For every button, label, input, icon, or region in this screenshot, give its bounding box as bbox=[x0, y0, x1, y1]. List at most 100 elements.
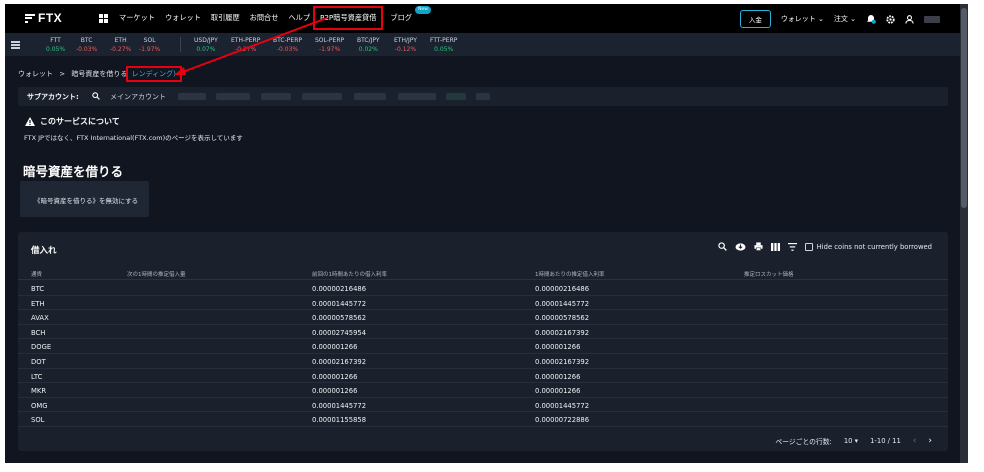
col-header[interactable]: 次の1時間の推定借入量 bbox=[127, 270, 186, 278]
breadcrumb-wallet[interactable]: ウォレット bbox=[18, 70, 53, 78]
breadcrumb: ウォレット > 暗号資産を借りる レンディング) bbox=[18, 66, 182, 82]
table-cell: 0.00002167392 bbox=[535, 328, 590, 337]
rows-per-page-select[interactable]: 10 ▾ bbox=[844, 437, 858, 445]
table-cell: 0.00000216486 bbox=[535, 285, 590, 293]
table-cell: 0.00000578562 bbox=[312, 314, 367, 323]
ticker-item[interactable]: ETH -0.27% bbox=[110, 36, 131, 54]
page-title: 暗号資産を借りる bbox=[23, 164, 124, 179]
bell-icon[interactable] bbox=[866, 14, 876, 24]
table-toolbar: Hide coins not currently borrowed bbox=[717, 242, 932, 251]
table-cell: 0.00001155858 bbox=[312, 416, 367, 425]
print-icon[interactable] bbox=[754, 242, 763, 251]
table-cell: 0.00000216486 bbox=[312, 285, 367, 293]
rows-per-page-label: ページごとの行数: bbox=[775, 438, 832, 446]
table-cell: 0.00001445772 bbox=[535, 299, 590, 308]
table-cell: BTC bbox=[31, 285, 45, 293]
hamburger-menu-icon[interactable] bbox=[11, 41, 20, 49]
hide-coins-label: Hide coins not currently borrowed bbox=[816, 242, 932, 251]
subaccount-redacted[interactable] bbox=[354, 93, 386, 100]
table-cell: OMG bbox=[31, 401, 48, 410]
ftx-logo-icon bbox=[25, 13, 35, 23]
ticker-item[interactable]: FTT-PERP 0.05% bbox=[430, 36, 457, 54]
col-header[interactable]: 通貨 bbox=[31, 270, 42, 278]
columns-icon[interactable] bbox=[770, 242, 780, 251]
ticker-bar: FTT 0.05% BTC -0.03% ETH -0.27% SOL -1.97% U… bbox=[5, 33, 960, 56]
borrow-table-panel: 借入れ Hide coins not currently borrowed 通貨… bbox=[18, 232, 948, 451]
table-row[interactable]: OMG 0.00001445772 0.00001445772 bbox=[18, 398, 948, 413]
table-cell: 0.00000722886 bbox=[535, 416, 590, 425]
subaccount-redacted[interactable] bbox=[302, 93, 342, 100]
subaccount-main[interactable]: メインアカウント bbox=[110, 92, 166, 102]
next-page-icon[interactable]: › bbox=[928, 436, 932, 446]
ticker-item[interactable]: SOL -1.97% bbox=[139, 36, 160, 54]
col-header[interactable]: 推定ロスカット価格 bbox=[744, 270, 794, 278]
table-cell: 0.000001266 bbox=[312, 372, 358, 381]
gear-icon[interactable] bbox=[886, 14, 895, 24]
warning-icon bbox=[25, 117, 35, 126]
subaccount-redacted[interactable] bbox=[216, 93, 250, 100]
subaccount-redacted[interactable] bbox=[476, 93, 490, 100]
table-row[interactable]: BTC 0.00000216486 0.00000216486 bbox=[18, 281, 948, 296]
ticker-item[interactable]: BTC/JPY 0.02% bbox=[357, 36, 380, 54]
search-icon[interactable] bbox=[92, 92, 100, 100]
table-cell: AVAX bbox=[31, 314, 49, 323]
table-row[interactable]: SOL 0.00001155858 0.00000722886 bbox=[18, 412, 948, 427]
hide-coins-checkbox[interactable] bbox=[804, 242, 813, 251]
table-row[interactable]: LTC 0.000001266 0.000001266 bbox=[18, 369, 948, 384]
prev-page-icon[interactable]: ‹ bbox=[913, 436, 917, 446]
user-icon[interactable] bbox=[905, 14, 914, 24]
table-cell: 0.00002745954 bbox=[312, 328, 367, 337]
scrollbar-thumb[interactable] bbox=[961, 8, 967, 208]
table-cell: LTC bbox=[31, 372, 43, 381]
table-cell: 0.000001266 bbox=[312, 387, 358, 396]
table-row[interactable]: DOGE 0.000001266 0.000001266 bbox=[18, 339, 948, 354]
nav-markets[interactable]: マーケット bbox=[119, 13, 155, 23]
ticker-item[interactable]: BTC -0.03% bbox=[76, 36, 97, 54]
table-header: 通貨 次の1時間の推定借入量 前回の1時間あたりの借入利率 1時間あたりの推定借… bbox=[18, 268, 948, 280]
wallet-dropdown[interactable]: ウォレット ⌄ bbox=[781, 14, 824, 24]
subaccount-redacted[interactable] bbox=[446, 93, 466, 100]
table-row[interactable]: DOT 0.00002167392 0.00002167392 bbox=[18, 354, 948, 369]
orders-dropdown[interactable]: 注文 ⌄ bbox=[834, 14, 856, 24]
table-row[interactable]: MKR 0.000001266 0.000001266 bbox=[18, 383, 948, 398]
table-cell: 0.00000578562 bbox=[535, 314, 590, 323]
col-header[interactable]: 前回の1時間あたりの借入利率 bbox=[312, 270, 387, 278]
pagination: ページごとの行数: 10 ▾ 1-10 / 11 ‹ › bbox=[775, 436, 932, 446]
search-icon[interactable] bbox=[717, 242, 727, 251]
table-cell: 0.000001266 bbox=[535, 372, 581, 381]
ticker-item[interactable]: FTT 0.05% bbox=[46, 36, 65, 54]
about-description: FTX JPではなく、FTX International(FTX.com)のペー… bbox=[24, 134, 243, 142]
username-redacted bbox=[924, 15, 940, 23]
table-cell: 0.000001266 bbox=[535, 343, 581, 352]
subaccount-bar: サブアカウント: メインアカウント bbox=[18, 87, 948, 106]
ticker-item[interactable]: ETH/JPY -0.12% bbox=[394, 36, 417, 54]
col-header[interactable]: 1時間あたりの推定借入利率 bbox=[535, 270, 605, 278]
table-cell: 0.00002167392 bbox=[535, 358, 590, 366]
annotation-arrow-icon bbox=[174, 17, 328, 75]
subaccount-redacted[interactable] bbox=[261, 93, 291, 100]
top-nav: FTX マーケット ウォレット 取引履歴 お問合せ ヘルプ P2P暗号資産貸借 … bbox=[5, 4, 960, 33]
nav-right: 入金 ウォレット ⌄ 注文 ⌄ bbox=[739, 10, 940, 28]
apps-grid-icon[interactable] bbox=[99, 14, 108, 23]
table-cell: MKR bbox=[31, 387, 47, 396]
about-heading: このサービスについて bbox=[25, 116, 120, 127]
table-title: 借入れ bbox=[31, 246, 57, 256]
subaccount-redacted[interactable] bbox=[178, 93, 206, 100]
table-cell: 0.00002167392 bbox=[312, 358, 367, 366]
table-cell: 0.00001445772 bbox=[535, 401, 590, 410]
table-row[interactable]: AVAX 0.00000578562 0.00000578562 bbox=[18, 310, 948, 325]
scrollbar[interactable] bbox=[960, 4, 968, 463]
table-cell: DOT bbox=[31, 358, 46, 366]
table-cell: BCH bbox=[31, 328, 46, 337]
page-range: 1-10 / 11 bbox=[870, 437, 901, 445]
filter-icon[interactable] bbox=[787, 242, 797, 251]
table-row[interactable]: BCH 0.00002745954 0.00002167392 bbox=[18, 325, 948, 340]
table-cell: ETH bbox=[31, 299, 45, 308]
table-row[interactable]: ETH 0.00001445772 0.00001445772 bbox=[18, 296, 948, 311]
nav-blog[interactable]: ブログ bbox=[390, 13, 412, 23]
disable-borrow-button[interactable]: 《暗号資産を借りる》を無効にする bbox=[20, 181, 149, 217]
deposit-button[interactable]: 入金 bbox=[739, 10, 771, 28]
subaccount-redacted[interactable] bbox=[398, 93, 436, 100]
download-icon[interactable] bbox=[735, 242, 746, 251]
ftx-logo[interactable]: FTX bbox=[25, 11, 62, 25]
